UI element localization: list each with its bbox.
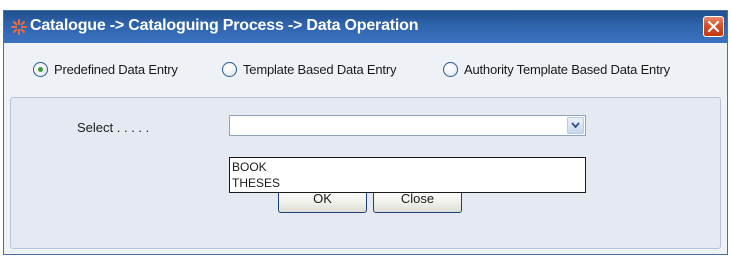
chevron-down-icon	[571, 122, 580, 129]
radio-label: Predefined Data Entry	[54, 62, 178, 77]
radio-label: Template Based Data Entry	[243, 62, 397, 77]
asterisk-icon	[11, 19, 27, 35]
entry-mode-radio-group: Predefined Data Entry Template Based Dat…	[4, 44, 727, 96]
window-title: Catalogue -> Cataloguing Process -> Data…	[30, 17, 419, 34]
radio-selected-dot	[38, 67, 43, 72]
dropdown-option-theses[interactable]: THESES	[232, 175, 280, 191]
radio-label: Authority Template Based Data Entry	[464, 62, 670, 77]
dropdown-arrow-button[interactable]	[567, 117, 584, 134]
close-icon	[707, 20, 720, 33]
close-window-button[interactable]	[703, 16, 724, 37]
radio-button[interactable]	[443, 62, 458, 77]
select-combobox[interactable]	[229, 115, 586, 136]
title-bar[interactable]: Catalogue -> Cataloguing Process -> Data…	[4, 11, 727, 43]
select-dropdown-list: BOOK THESES	[229, 157, 586, 193]
select-label: Select . . . . .	[77, 120, 150, 135]
radio-button[interactable]	[33, 62, 48, 77]
radio-button[interactable]	[222, 62, 237, 77]
dropdown-option-book[interactable]: BOOK	[232, 159, 267, 175]
